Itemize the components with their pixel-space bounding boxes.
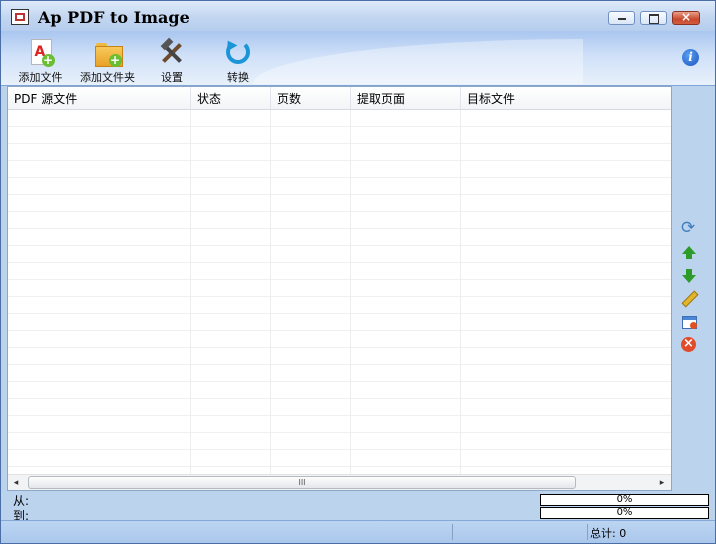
list-rows[interactable] xyxy=(8,110,671,474)
pdf-add-icon: A + xyxy=(27,39,55,67)
close-icon: × xyxy=(680,10,692,24)
toolbar: A + 添加文件 + 添加文件夹 设置 转换 xyxy=(1,31,715,86)
folder-add-icon: + xyxy=(94,39,123,67)
total-count: 总计: 0 xyxy=(590,527,627,540)
to-progress-bar: 0% xyxy=(540,507,709,519)
file-list[interactable]: PDF 源文件 状态 页数 提取页面 目标文件 ◂ III ▸ xyxy=(7,86,672,491)
settings-label: 设置 xyxy=(161,71,183,84)
add-folder-label: 添加文件夹 xyxy=(80,71,135,84)
status-divider xyxy=(452,524,453,540)
app-window: Ap PDF to Image × A + 添加文件 + 添加文件夹 设置 转换… xyxy=(0,0,716,544)
convert-button[interactable]: 转换 xyxy=(218,37,258,84)
maximize-button[interactable] xyxy=(640,11,667,25)
column-header-source[interactable]: PDF 源文件 xyxy=(8,87,191,109)
add-file-button[interactable]: A + 添加文件 xyxy=(17,39,64,84)
info-icon[interactable]: i xyxy=(682,49,699,66)
convert-icon xyxy=(222,37,252,67)
window-icon[interactable] xyxy=(681,314,697,330)
app-icon[interactable] xyxy=(11,9,29,25)
column-header-status[interactable]: 状态 xyxy=(191,87,271,109)
convert-label: 转换 xyxy=(227,71,249,84)
horizontal-scrollbar[interactable]: ◂ III ▸ xyxy=(8,474,671,490)
plus-icon: + xyxy=(108,53,122,67)
add-file-label: 添加文件 xyxy=(18,71,63,84)
status-divider xyxy=(587,524,588,540)
refresh-icon[interactable] xyxy=(681,218,697,238)
settings-button[interactable]: 设置 xyxy=(152,37,192,84)
column-divider xyxy=(190,110,191,474)
status-bar: 总计: 0 xyxy=(1,520,715,543)
plus-icon: + xyxy=(41,53,55,67)
close-button[interactable]: × xyxy=(672,10,700,25)
column-header-pages[interactable]: 页数 xyxy=(271,87,351,109)
scroll-thumb[interactable]: III xyxy=(28,476,576,489)
title-bar[interactable]: Ap PDF to Image × xyxy=(1,1,715,31)
minimize-button[interactable] xyxy=(608,11,635,25)
delete-icon[interactable] xyxy=(681,337,697,353)
column-divider xyxy=(350,110,351,474)
from-progress-text: 0% xyxy=(616,494,633,505)
to-progress-text: 0% xyxy=(616,507,633,518)
arrow-down-icon[interactable] xyxy=(681,268,697,284)
tools-icon xyxy=(158,37,186,67)
add-folder-button[interactable]: + 添加文件夹 xyxy=(79,39,136,84)
window-title: Ap PDF to Image xyxy=(38,8,190,27)
column-header-extract-pages[interactable]: 提取页面 xyxy=(351,87,461,109)
scroll-right-icon[interactable]: ▸ xyxy=(654,475,670,490)
column-header-target[interactable]: 目标文件 xyxy=(461,87,671,109)
side-toolbar xyxy=(681,218,699,360)
column-divider xyxy=(270,110,271,474)
list-header: PDF 源文件 状态 页数 提取页面 目标文件 xyxy=(8,87,671,110)
from-progress-bar: 0% xyxy=(540,494,709,506)
column-divider xyxy=(460,110,461,474)
scroll-left-icon[interactable]: ◂ xyxy=(8,475,24,490)
pencil-icon[interactable] xyxy=(681,291,697,307)
arrow-up-icon[interactable] xyxy=(681,245,697,261)
